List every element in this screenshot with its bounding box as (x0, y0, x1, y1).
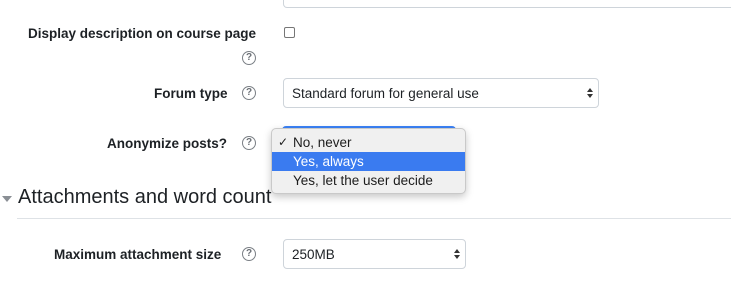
display-description-checkbox[interactable] (284, 27, 295, 38)
previous-field-input[interactable] (283, 0, 731, 8)
help-icon[interactable]: ? (242, 247, 256, 261)
help-icon[interactable]: ? (242, 86, 256, 100)
max-attachment-select[interactable]: 250MB (283, 239, 466, 269)
forum-type-value: Standard forum for general use (292, 85, 479, 101)
option-label: Yes, let the user decide (293, 173, 433, 188)
select-arrows-icon (587, 88, 593, 98)
forum-type-select[interactable]: Standard forum for general use (283, 78, 599, 108)
section-divider (17, 218, 731, 219)
dropdown-option-user-decide[interactable]: Yes, let the user decide (272, 171, 465, 190)
max-attachment-label: Maximum attachment size (54, 247, 222, 262)
section-collapse-caret-icon[interactable] (2, 196, 12, 202)
option-label: No, never (293, 135, 352, 150)
display-description-label: Display description on course page (28, 26, 257, 41)
forum-type-label: Forum type (154, 86, 228, 101)
checkmark-icon: ✓ (278, 135, 289, 149)
option-label: Yes, always (293, 154, 364, 169)
dropdown-option-yes-always[interactable]: Yes, always (272, 152, 465, 171)
dropdown-option-no-never[interactable]: ✓ No, never (272, 133, 465, 152)
help-icon[interactable]: ? (242, 51, 256, 65)
anonymize-posts-label: Anonymize posts? (107, 136, 228, 151)
select-arrows-icon (454, 249, 460, 259)
max-attachment-value: 250MB (292, 246, 335, 262)
help-icon[interactable]: ? (242, 136, 256, 150)
section-title-attachments[interactable]: Attachments and word count (18, 186, 271, 209)
anonymize-dropdown-menu: ✓ No, never Yes, always Yes, let the use… (271, 128, 466, 194)
